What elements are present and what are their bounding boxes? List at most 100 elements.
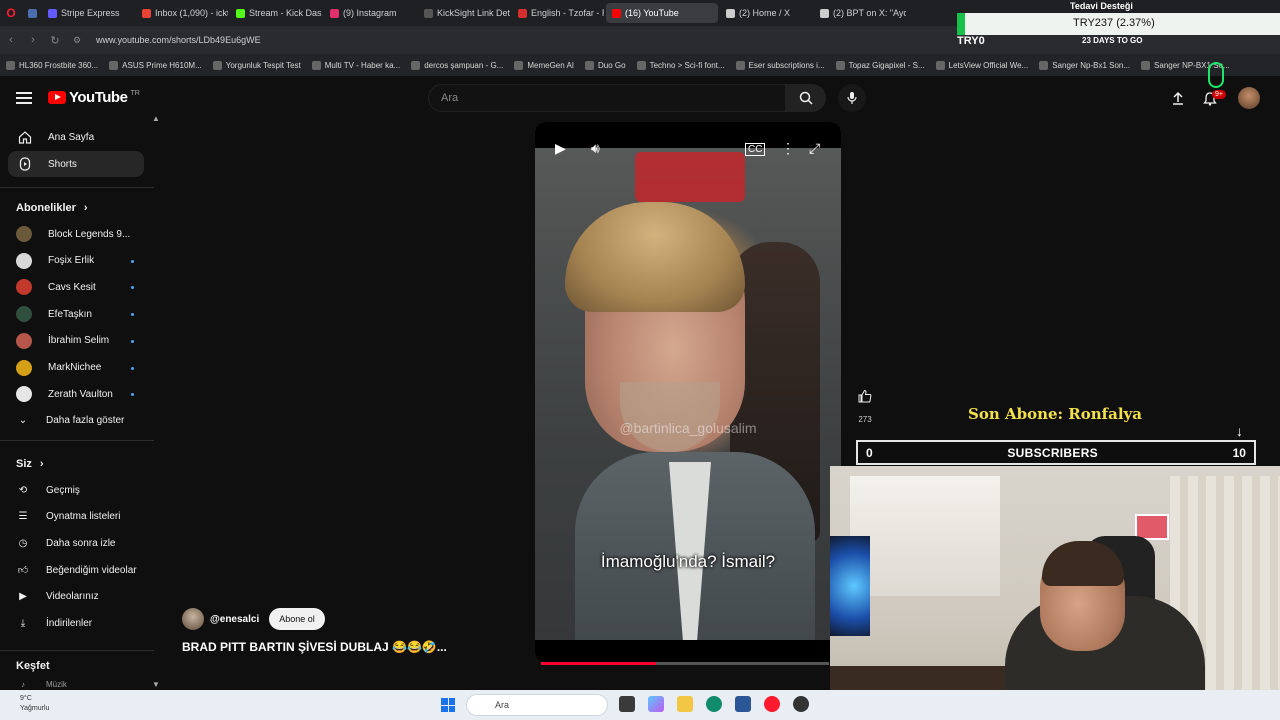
bookmark-item[interactable]: ASUS Prime H610M... — [109, 60, 202, 70]
bookmark-item[interactable]: Eser subscriptions i... — [735, 60, 825, 70]
tab-sidebar-toggle[interactable] — [22, 3, 40, 23]
subscription-item[interactable]: Block Legends 9... — [16, 223, 144, 245]
bookmark-item[interactable]: Sanger Np-Bx1 Son... — [1039, 60, 1130, 70]
bookmark-item[interactable]: Duo Go — [585, 60, 626, 70]
weather-widget[interactable]: 9°C Yağmurlu — [20, 694, 49, 714]
search-input[interactable]: Ara — [428, 84, 786, 112]
channel-avatar — [16, 332, 32, 349]
browser-tab[interactable]: (2) BPT on X: "Aydın — [814, 3, 906, 23]
bookmark-item[interactable]: Yorgunluk Tespit Test — [212, 60, 301, 70]
channel-name[interactable]: @enesalci — [210, 614, 259, 625]
bookmark-label: Duo Go — [598, 60, 626, 70]
subscription-item[interactable]: İbrahim Selim — [16, 330, 144, 352]
play-icon[interactable]: ▶ — [555, 140, 566, 157]
show-more-button[interactable]: ⌄ Daha fazla göster — [16, 409, 144, 431]
bookmark-favicon-icon — [1141, 60, 1151, 70]
subscription-label: Cavs Kesit — [48, 281, 96, 293]
back-icon[interactable]: ‹ — [0, 34, 22, 46]
new-content-dot — [131, 313, 134, 317]
user-avatar[interactable] — [1238, 87, 1260, 109]
sidebar-item-home[interactable]: Ana Sayfa — [8, 124, 144, 150]
edge-icon[interactable] — [706, 696, 722, 712]
bookmark-item[interactable]: LetsView Official We... — [935, 60, 1029, 70]
microphone-icon — [847, 92, 857, 104]
opera-logo-icon[interactable]: O — [0, 0, 22, 26]
subscribe-button[interactable]: Abone ol — [269, 608, 325, 630]
browser-tab[interactable]: (16) YouTube — [606, 3, 718, 23]
opera-icon[interactable] — [764, 696, 780, 712]
bookmark-item[interactable]: Topaz Gigapixel - S... — [835, 60, 925, 70]
upload-icon[interactable] — [1168, 88, 1188, 108]
sidebar-item-playlist[interactable]: ☰ Oynatma listeleri — [16, 506, 144, 528]
short-title[interactable]: BRAD PITT BARTIN ŞİVESİ DUBLAJ 😂😂🤣... — [182, 640, 447, 654]
browser-tab[interactable]: KickSight Link Detec — [418, 3, 510, 23]
browser-tab[interactable]: English - Tzofar - Re — [512, 3, 604, 23]
task-view-icon[interactable] — [619, 696, 635, 712]
arrow-down-icon[interactable]: ↓ — [1236, 423, 1243, 439]
reload-icon[interactable]: ↻ — [44, 34, 66, 47]
explore-title: Keşfet — [16, 660, 50, 672]
scroll-up-icon[interactable]: ▲ — [152, 114, 160, 123]
browser-tab[interactable]: Inbox (1,090) - ickta — [136, 3, 228, 23]
windows-start-icon[interactable] — [441, 698, 455, 712]
bookmark-label: MemeGen AI — [527, 60, 575, 70]
sidebar-item-history[interactable]: ⟲ Geçmiş — [16, 479, 144, 501]
you-heading[interactable]: Siz › — [16, 458, 44, 470]
subscription-item[interactable]: Cavs Kesit — [16, 276, 144, 298]
browser-tab[interactable]: Stream - Kick Dashb — [230, 3, 322, 23]
background-sign — [635, 152, 745, 202]
sidebar-item-thumbs-up[interactable]: 👍︎ Beğendiğim videolar — [16, 559, 144, 581]
sidebar-item-label: Geçmiş — [46, 484, 80, 496]
sidebar-item-video[interactable]: ▶ Videolarınız — [16, 586, 144, 608]
site-info-icon[interactable]: ⚙ — [66, 35, 88, 46]
youtube-logo[interactable]: YouTube TR — [48, 89, 140, 106]
show-more-label: Daha fazla göster — [46, 414, 125, 426]
bookmark-item[interactable]: dercos şampuan - G... — [411, 60, 503, 70]
bookmark-item[interactable]: HL360 Frostbite 360... — [6, 60, 98, 70]
taskbar-search[interactable]: Ara — [466, 694, 608, 716]
scroll-down-icon[interactable]: ▼ — [152, 680, 160, 689]
file-explorer-icon[interactable] — [677, 696, 693, 712]
volume-icon[interactable]: 🔊︎ — [591, 140, 600, 157]
bookmark-item[interactable]: Multi TV - Haber ka... — [311, 60, 401, 70]
subscriptions-heading[interactable]: Abonelikler › — [16, 202, 88, 214]
captions-icon[interactable]: CC — [745, 143, 766, 156]
subscription-item[interactable]: EfeTaşkın — [16, 303, 144, 325]
search-button[interactable] — [786, 84, 826, 112]
sidebar-item-label: Ana Sayfa — [48, 131, 95, 143]
bookmark-item[interactable]: Techno > Sci-fi font... — [636, 60, 725, 70]
browser-tab[interactable]: Stripe Express — [42, 3, 134, 23]
menu-icon[interactable] — [16, 92, 32, 104]
fullscreen-icon[interactable]: ⤢ — [809, 140, 820, 157]
bookmark-item[interactable]: MemeGen AI — [514, 60, 575, 70]
forward-icon[interactable]: › — [22, 34, 44, 46]
subscription-item[interactable]: MarkNichee — [16, 357, 144, 379]
tab-favicon-icon — [424, 8, 433, 18]
url-field[interactable]: www.youtube.com/shorts/LDb49Eu6gWE — [96, 35, 261, 45]
browser-tab[interactable]: (9) Instagram — [324, 3, 416, 23]
bookmark-label: LetsView Official We... — [948, 60, 1029, 70]
tab-label: Inbox (1,090) - ickta — [155, 8, 228, 18]
short-video-player[interactable]: @bartinlica_golusalim İmamoğlu'nda? İsma… — [535, 122, 841, 662]
sidebar-item-download[interactable]: ⤓ İndirilenler — [16, 613, 144, 635]
sidebar-item-shorts[interactable]: Shorts — [8, 151, 144, 177]
browser-tab[interactable]: (2) Home / X — [720, 3, 812, 23]
tab-favicon-icon — [518, 8, 527, 18]
new-content-dot — [131, 259, 134, 263]
voice-search-button[interactable] — [838, 84, 866, 112]
subscription-item[interactable]: Zerath Vaulton — [16, 383, 144, 405]
store-icon[interactable] — [735, 696, 751, 712]
bookmark-label: Multi TV - Haber ka... — [324, 60, 401, 70]
more-options-icon[interactable]: ⋮ — [781, 140, 795, 157]
app-icon[interactable] — [793, 696, 809, 712]
channel-avatar[interactable] — [182, 608, 204, 630]
video-progress-bar[interactable] — [541, 662, 829, 665]
sidebar-item-clock[interactable]: ◷ Daha sonra izle — [16, 532, 144, 554]
subscription-item[interactable]: Foşix Erlik — [16, 250, 144, 272]
sidebar-item-music[interactable]: ♪ Müzik — [16, 678, 144, 690]
channel-avatar — [16, 359, 32, 376]
copilot-icon[interactable] — [648, 696, 664, 712]
you-title: Siz — [16, 458, 32, 470]
webcam-feed — [830, 466, 1280, 720]
like-button[interactable] — [852, 383, 878, 409]
